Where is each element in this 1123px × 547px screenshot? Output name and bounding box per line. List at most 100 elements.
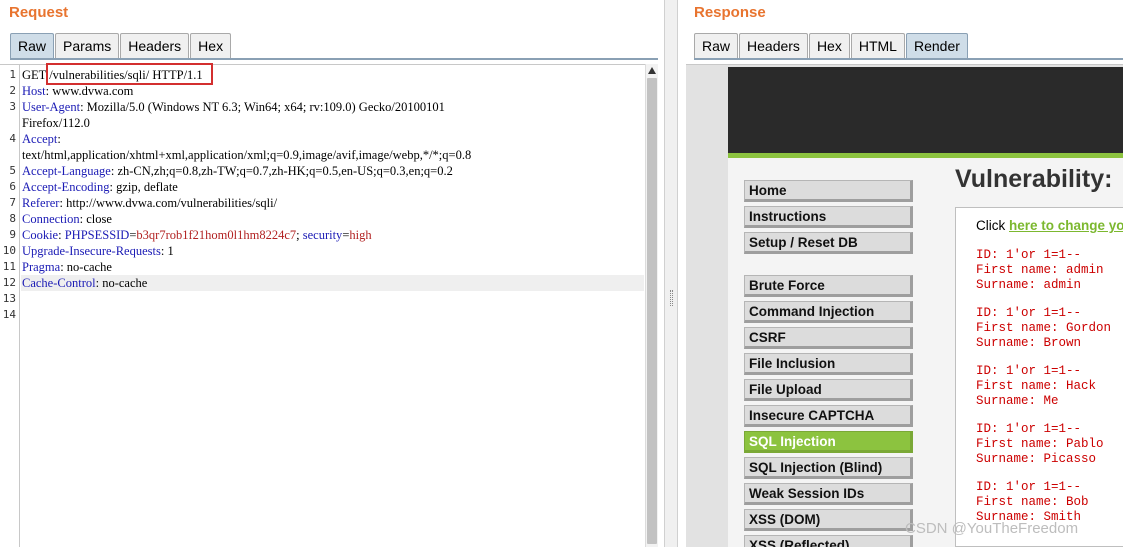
menu-item-weak-session-ids[interactable]: Weak Session IDs: [744, 483, 913, 505]
menu-item-instructions[interactable]: Instructions: [744, 206, 913, 228]
result-first-name: First name: Bob: [976, 495, 1089, 509]
header-line[interactable]: Pragma: no-cache: [22, 259, 112, 275]
header-value: : gzip, deflate: [109, 180, 178, 194]
menu-item-sql-injection-blind[interactable]: SQL Injection (Blind): [744, 457, 913, 479]
line-number: 4: [9, 132, 16, 145]
result-id: ID: 1'or 1=1--: [976, 422, 1082, 436]
line-number: 7: [9, 196, 16, 209]
header-value: : http://www.dvwa.com/vulnerabilities/sq…: [59, 196, 278, 210]
line-number: 1: [9, 68, 16, 81]
line-number: 10: [2, 244, 16, 257]
dvwa-header-banner: [728, 67, 1123, 153]
header-name: Accept-Language: [22, 164, 111, 178]
result-block: ID: 1'or 1=1-- First name: Hack Surname: M…: [976, 364, 1096, 409]
header-value: : www.dvwa.com: [45, 84, 134, 98]
tab-render[interactable]: Render: [905, 33, 968, 58]
line-number-gutter: 1 2 3 4 5 6 7 8 9 10 11 12 13 14: [0, 65, 20, 547]
request-scrollbar[interactable]: [645, 64, 658, 547]
splitter-grip-icon[interactable]: [670, 290, 673, 306]
cookie-value: high: [349, 228, 372, 242]
header-line[interactable]: Accept-Language: zh-CN,zh;q=0.8,zh-TW;q=…: [22, 163, 453, 179]
tab-params[interactable]: Params: [55, 33, 120, 58]
header-value: : no-cache: [60, 260, 112, 274]
result-id: ID: 1'or 1=1--: [976, 248, 1082, 262]
tab-html[interactable]: HTML: [850, 33, 905, 58]
scrollbar-thumb[interactable]: [647, 78, 657, 544]
url-highlight-box: [46, 63, 213, 85]
header-name: Upgrade-Insecure-Requests: [22, 244, 161, 258]
header-name: Pragma: [22, 260, 61, 274]
line-number: 14: [2, 308, 16, 321]
cookie-name: PHPSESSID: [64, 228, 130, 242]
line-number: 9: [9, 228, 16, 241]
line-number: 5: [9, 164, 16, 177]
menu-item-xss-dom[interactable]: XSS (DOM): [744, 509, 913, 531]
header-name: Cache-Control: [22, 276, 96, 290]
result-block: ID: 1'or 1=1-- First name: Gordon Surname:…: [976, 306, 1111, 351]
header-line[interactable]: Connection: close: [22, 211, 112, 227]
menu-item-home[interactable]: Home: [744, 180, 913, 202]
render-view: Home Instructions Setup / Reset DB Brute…: [686, 64, 1123, 547]
menu-item-file-upload[interactable]: File Upload: [744, 379, 913, 401]
header-line[interactable]: Accept-Encoding: gzip, deflate: [22, 179, 178, 195]
cookie-line[interactable]: Cookie: PHPSESSID=b3qr7rob1f21hom0l1hm82…: [22, 227, 372, 243]
menu-item-xss-reflected[interactable]: XSS (Reflected): [744, 535, 913, 547]
result-surname: Surname: admin: [976, 278, 1082, 292]
header-value: : 1: [160, 244, 174, 258]
result-id: ID: 1'or 1=1--: [976, 364, 1082, 378]
result-block: ID: 1'or 1=1-- First name: admin Surname: …: [976, 248, 1104, 293]
header-line[interactable]: Cache-Control: no-cache: [22, 275, 147, 291]
header-value: : no-cache: [95, 276, 148, 290]
response-tab-bar: Raw Headers Hex HTML Render: [694, 33, 969, 58]
tab-headers[interactable]: Headers: [120, 33, 190, 58]
menu-item-sql-injection[interactable]: SQL Injection: [744, 431, 913, 453]
header-line[interactable]: User-Agent: Mozilla/5.0 (Windows NT 6.3;…: [22, 99, 445, 115]
header-name: Accept: [22, 132, 58, 146]
click-prefix: Click: [976, 218, 1009, 233]
tab-hex[interactable]: Hex: [190, 33, 232, 58]
result-id: ID: 1'or 1=1--: [976, 306, 1082, 320]
cookie-separator: ;: [296, 228, 303, 242]
header-value: : Mozilla/5.0 (Windows NT 6.3; Win64; x6…: [80, 100, 445, 114]
header-name: User-Agent: [22, 100, 81, 114]
result-surname: Surname: Me: [976, 394, 1059, 408]
request-pane: Request Raw Params Headers Hex 1 2 3 4 5…: [0, 0, 664, 547]
menu-item-insecure-captcha[interactable]: Insecure CAPTCHA: [744, 405, 913, 427]
page-title: Vulnerability:: [955, 165, 1113, 193]
header-line-wrap[interactable]: Firefox/112.0: [22, 115, 90, 131]
change-security-link[interactable]: here to change your: [1009, 218, 1123, 233]
pane-splitter[interactable]: [664, 0, 678, 547]
header-line[interactable]: Upgrade-Insecure-Requests: 1: [22, 243, 174, 259]
request-editor[interactable]: 1 2 3 4 5 6 7 8 9 10 11 12 13 14 GET /vu…: [0, 63, 658, 547]
header-value: : close: [79, 212, 112, 226]
menu-item-file-inclusion[interactable]: File Inclusion: [744, 353, 913, 375]
tab-raw[interactable]: Raw: [694, 33, 739, 58]
tab-headers[interactable]: Headers: [739, 33, 808, 58]
line-number: 8: [9, 212, 16, 225]
click-instruction: Click here to change your: [976, 218, 1123, 233]
result-first-name: First name: Gordon: [976, 321, 1112, 335]
menu-item-command-injection[interactable]: Command Injection: [744, 301, 913, 323]
header-value: :: [57, 132, 61, 146]
header-line-wrap[interactable]: text/html,application/xhtml+xml,applicat…: [22, 147, 471, 163]
tab-raw[interactable]: Raw: [10, 33, 55, 58]
request-title: Request: [9, 4, 69, 21]
watermark: CSDN @YouTheFreedom: [905, 520, 1079, 537]
menu-item-setup[interactable]: Setup / Reset DB: [744, 232, 913, 254]
header-line[interactable]: Host: www.dvwa.com: [22, 83, 133, 99]
header-value: : zh-CN,zh;q=0.8,zh-TW;q=0.7,zh-HK;q=0.5…: [110, 164, 453, 178]
header-name: Accept-Encoding: [22, 180, 110, 194]
tab-hex[interactable]: Hex: [808, 33, 850, 58]
header-line[interactable]: Referer: http://www.dvwa.com/vulnerabili…: [22, 195, 277, 211]
result-surname: Surname: Picasso: [976, 452, 1097, 466]
header-line[interactable]: Accept:: [22, 131, 61, 147]
menu-item-csrf[interactable]: CSRF: [744, 327, 913, 349]
line-number: 2: [9, 84, 16, 97]
line-number: 6: [9, 180, 16, 193]
header-name: Host: [22, 84, 46, 98]
scroll-up-arrow-icon[interactable]: [648, 67, 656, 74]
header-name: Connection: [22, 212, 80, 226]
result-first-name: First name: Hack: [976, 379, 1097, 393]
menu-item-brute-force[interactable]: Brute Force: [744, 275, 913, 297]
request-tab-underline: [10, 58, 658, 60]
